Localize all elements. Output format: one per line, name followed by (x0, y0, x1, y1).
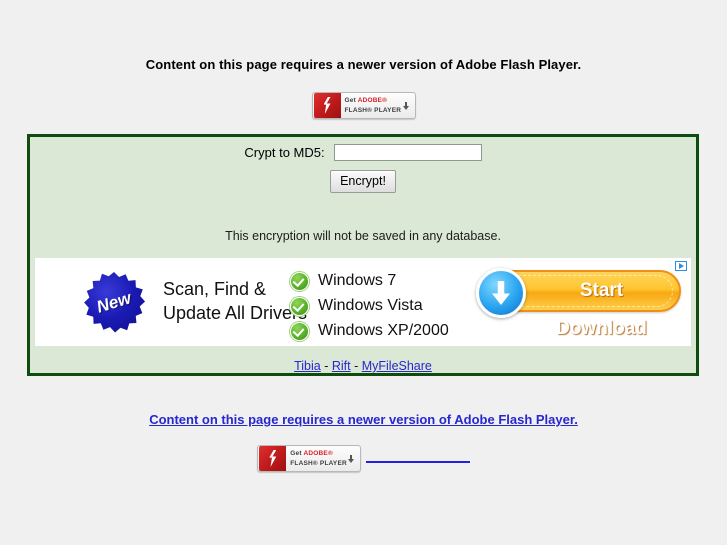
flash-notice-top: Content on this page requires a newer ve… (145, 57, 582, 72)
badge-get-word: Get (290, 450, 302, 457)
badge-adobe-word: ADOBE® (357, 97, 388, 104)
list-item: Windows 7 (290, 270, 480, 292)
md5-tool-panel: Crypt to MD5: Encrypt! This encryption w… (27, 134, 699, 376)
adobe-badge-text-top: Get ADOBE® FLASH® PLAYER (345, 96, 402, 115)
start-download-label: Start Download (556, 280, 647, 339)
os-label: Windows 7 (318, 272, 397, 289)
site-link-myfileshare[interactable]: MyFileShare (362, 359, 432, 373)
ad-banner[interactable]: New Scan, Find & Update All Drivers Wind… (35, 258, 691, 346)
adobe-badge-text-bottom: Get ADOBE® FLASH® PLAYER (290, 449, 347, 468)
site-link-tibia[interactable]: Tibia (294, 359, 321, 373)
encrypt-button-row: Encrypt! (30, 170, 696, 193)
get-adobe-flash-player-badge-bottom[interactable]: Get ADOBE® FLASH® PLAYER (257, 445, 362, 472)
flash-notice-bottom-link[interactable]: Content on this page requires a newer ve… (149, 412, 578, 427)
get-adobe-flash-player-badge-top[interactable]: Get ADOBE® FLASH® PLAYER (311, 92, 416, 119)
download-arrow-icon (348, 451, 355, 463)
adchoices-icon[interactable] (674, 260, 688, 272)
link-separator-1: - (320, 359, 332, 373)
list-item: Windows XP/2000 (290, 320, 480, 342)
badge-adobe-word: ADOBE® (303, 450, 333, 457)
list-item: Windows Vista (290, 295, 480, 317)
green-check-icon (290, 271, 309, 291)
flash-logo-icon (313, 93, 341, 118)
badge-link-underline (365, 460, 470, 463)
md5-form-row: Crypt to MD5: (30, 144, 696, 162)
badge-player-words: FLASH® PLAYER (290, 459, 347, 467)
adobe-badge-top-container: Get ADOBE® FLASH® PLAYER (0, 92, 727, 119)
os-label: Windows XP/2000 (318, 322, 449, 339)
ad-headline-line-1: Scan, Find & (163, 279, 267, 299)
crypt-to-md5-label: Crypt to MD5: (244, 145, 325, 161)
site-links: Tibia - Rift - MyFileShare (30, 359, 696, 373)
green-check-icon (290, 296, 309, 316)
badge-get-word: Get (344, 97, 356, 104)
site-link-rift[interactable]: Rift (332, 359, 351, 373)
supported-os-list: Windows 7 Windows Vista Windows XP/2000 (290, 270, 480, 345)
download-circle-icon (476, 268, 526, 318)
flash-notice-bottom-container: Content on this page requires a newer ve… (0, 412, 727, 427)
encrypt-button[interactable]: Encrypt! (330, 170, 396, 193)
database-note: This encryption will not be saved in any… (225, 229, 501, 243)
start-download-button[interactable]: Start Download (476, 268, 681, 339)
flash-logo-icon (259, 446, 287, 471)
green-check-icon (290, 321, 309, 341)
new-burst-label: New (94, 288, 134, 317)
download-arrow-icon (402, 98, 409, 110)
md5-input[interactable] (333, 144, 482, 162)
ad-headline-line-2: Update All Drivers (163, 303, 308, 323)
new-starburst-badge: New (83, 272, 145, 334)
ad-headline: Scan, Find & Update All Drivers (163, 277, 307, 325)
adobe-badge-bottom-container: Get ADOBE® FLASH® PLAYER (0, 445, 727, 472)
link-separator-2: - (350, 359, 362, 373)
badge-player-words: FLASH® PLAYER (344, 106, 402, 114)
os-label: Windows Vista (318, 297, 423, 314)
